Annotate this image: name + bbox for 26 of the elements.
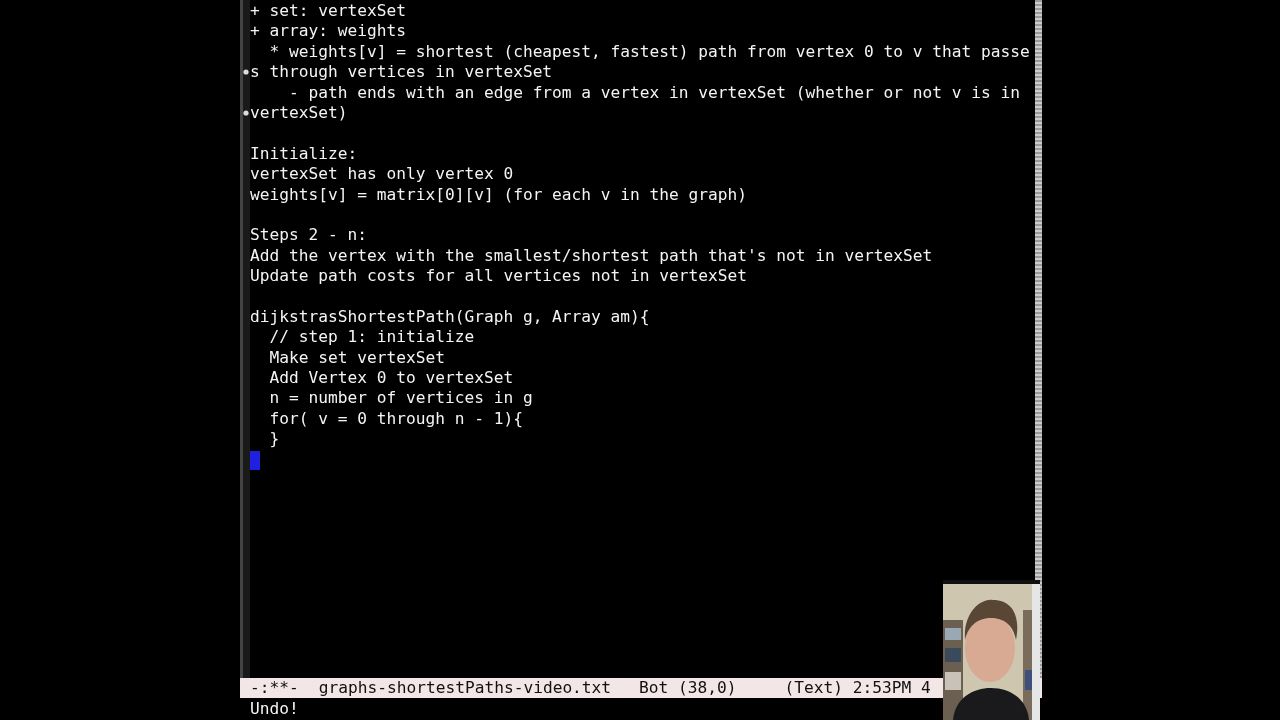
text-line: Initialize: — [250, 143, 358, 163]
text-line: - path ends with an edge from a vertex in vertexSet (whether or not v is in — [287, 82, 1020, 102]
text-line: Update path costs for all vertices not in vertexSet — [250, 266, 748, 286]
text-line: n = number of vertices in g — [268, 388, 533, 408]
buffer-status: -:**- — [250, 678, 299, 698]
text-line: } — [268, 429, 280, 449]
text-line: Add the vertex with the smallest/shortest path that's not in vertexSet — [250, 245, 933, 265]
mode-info: (Text) 2:53PM 4 — [784, 678, 931, 698]
text-line: vertexSet has only vertex 0 — [250, 164, 514, 184]
text-line: * weights[v] = shortest (cheapest, fastest) path from vertex 0 to v that passe — [268, 41, 1030, 61]
text-line: weights[v] = matrix[0][v] (for each v in the graph) — [250, 184, 748, 204]
text-line: s through vertices in vertexSet — [250, 62, 553, 82]
scroll-bar[interactable] — [1035, 0, 1042, 678]
text-line: Steps 2 - n: — [250, 225, 367, 245]
text-line: // step 1: initialize — [268, 327, 475, 347]
text-line: Add Vertex 0 to vertexSet — [268, 368, 514, 388]
text-cursor — [250, 450, 260, 470]
text-line: vertexSet) — [250, 102, 348, 122]
buffer-name: graphs-shortestPaths-video.txt — [318, 678, 612, 698]
text-line: for( v = 0 through n - 1){ — [268, 408, 523, 428]
text-line: Make set vertexSet — [268, 347, 445, 367]
text-line: + set: vertexSet — [250, 1, 406, 20]
buffer-position: Bot (38,0) — [639, 678, 737, 698]
text-line: + array: weights — [250, 21, 406, 41]
echo-message: Undo! — [250, 699, 299, 718]
text-line: dijkstrasShortestPath(Graph g, Array am){ — [250, 306, 650, 326]
